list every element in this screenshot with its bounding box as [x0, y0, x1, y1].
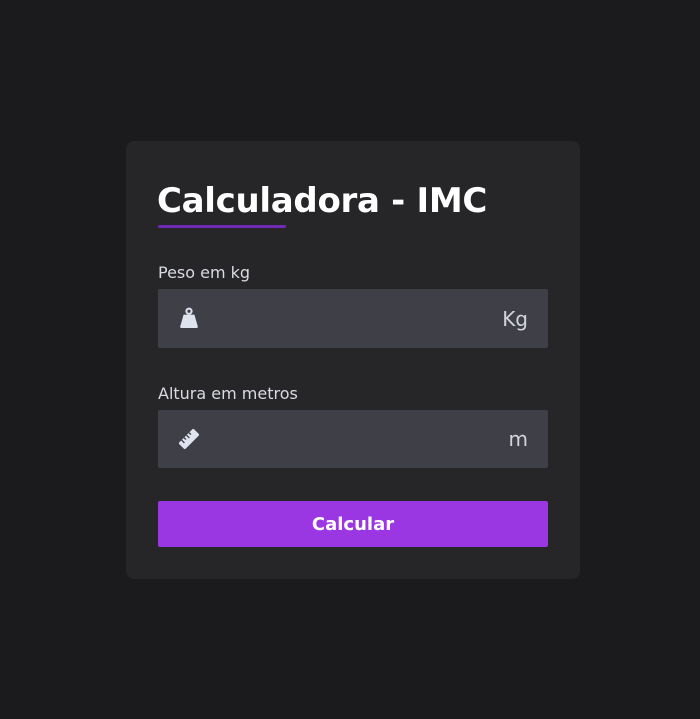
weight-unit: Kg [502, 306, 528, 331]
height-unit: m [508, 427, 528, 451]
weight-icon [177, 306, 201, 330]
page-title: Calculadora - IMC [157, 181, 488, 221]
title-underline [158, 225, 286, 228]
weight-label: Peso em kg [158, 263, 251, 282]
calculate-button[interactable]: Calcular [158, 501, 548, 547]
weight-field[interactable]: Kg [158, 289, 548, 348]
height-label: Altura em metros [158, 384, 298, 403]
height-input[interactable] [212, 410, 482, 468]
calculator-card: Calculadora - IMC Peso em kg Kg Altura e… [126, 141, 580, 579]
weight-input[interactable] [212, 289, 482, 348]
height-field[interactable]: m [158, 410, 548, 468]
ruler-icon [177, 427, 201, 451]
